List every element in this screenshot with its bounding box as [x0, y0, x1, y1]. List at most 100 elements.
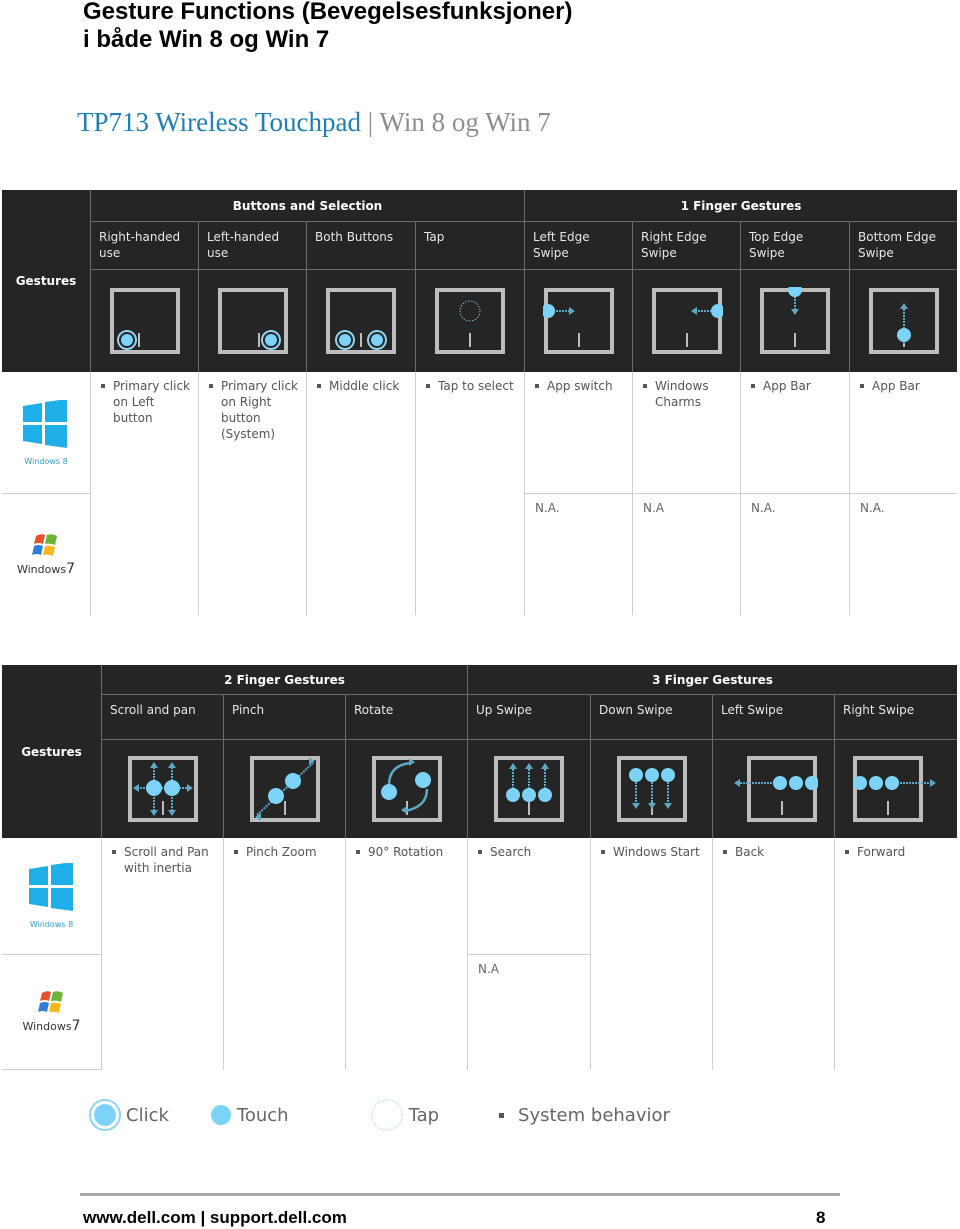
not-available-text: N.A. — [535, 501, 560, 515]
windows-7-number: 7 — [71, 1018, 81, 1034]
win7-behavior-cell: N.A. — [524, 494, 632, 615]
column-header: Tap — [415, 222, 524, 270]
subtitle-product: TP713 Wireless Touchpad — [77, 107, 361, 137]
windows-7-logo: Windows7 — [22, 990, 81, 1034]
legend: Click Touch Tap System behavior — [88, 1098, 710, 1132]
win8-behavior-cell: Forward — [834, 838, 957, 1070]
top-edge-swipe-icon — [759, 287, 831, 355]
right-handed-click-icon — [109, 287, 181, 355]
system-behavior-item: Windows Start — [601, 844, 704, 860]
column-header-label: Right Swipe — [843, 703, 915, 717]
left-handed-click-icon — [217, 287, 289, 355]
bottom-edge-swipe-icon — [868, 287, 940, 355]
not-available-text: N.A. — [860, 501, 885, 515]
windows-8-icon — [28, 862, 73, 911]
os-windows-7: Windows7 — [2, 955, 101, 1070]
bullet-icon — [317, 384, 321, 388]
win8-behavior-cell: Middle click — [306, 372, 415, 615]
bullet-icon — [356, 850, 360, 854]
windows-8-label: Windows 8 — [24, 456, 68, 466]
behavior-text: App Bar — [763, 379, 811, 393]
gesture-illustration — [467, 740, 590, 838]
not-available-text: N.A — [643, 501, 664, 515]
windows-8-label: Windows 8 — [29, 920, 74, 929]
group-label: Buttons and Selection — [232, 198, 383, 213]
windows-7-label: Windows — [16, 562, 67, 576]
gesture-illustration — [223, 740, 345, 838]
bullet-icon — [723, 850, 727, 854]
column-header-label: Top Edge Swipe — [749, 230, 804, 260]
gestures-row-label: Gestures — [2, 190, 90, 372]
behavior-text: Pinch Zoom — [246, 845, 317, 859]
os-windows-7: Windows7 — [2, 494, 90, 615]
group-3-finger: 3 Finger Gestures — [467, 665, 957, 695]
column-header-label: Right-handed use — [99, 230, 181, 260]
windows-8-logo: Windows 8 — [27, 862, 77, 929]
group-buttons-selection: Buttons and Selection — [90, 190, 524, 222]
group-label: 2 Finger Gestures — [224, 672, 345, 687]
title-line-1: Gesture Functions (Bevegelsesfunksjoner) — [83, 0, 573, 25]
windows-7-label: Windows — [22, 1020, 72, 1033]
system-behavior-item: Forward — [845, 844, 949, 860]
gesture-illustration — [524, 270, 632, 372]
not-available-text: N.A — [478, 962, 499, 976]
bullet-icon — [209, 384, 213, 388]
page-title: Gesture Functions (Bevegelsesfunksjoner)… — [83, 0, 572, 54]
legend-tap-label: Tap — [408, 1104, 440, 1126]
win8-behavior-cell: Back — [712, 838, 834, 1070]
column-header: Right Edge Swipe — [632, 222, 740, 270]
gesture-illustration — [101, 740, 223, 838]
behavior-text: App Bar — [872, 379, 920, 393]
system-behavior-item: Middle click — [317, 378, 407, 394]
system-behavior-item: App Bar — [860, 378, 949, 394]
bullet-icon — [499, 1112, 505, 1118]
legend-tap: Tap — [369, 1097, 439, 1133]
win8-behavior-cell: Tap to select — [415, 372, 524, 615]
three-finger-up-icon — [493, 755, 565, 823]
behavior-text: Primary click on Right button (System) — [221, 379, 298, 441]
system-behavior-item: App switch — [535, 378, 624, 394]
both-buttons-click-icon — [325, 287, 397, 355]
three-finger-left-icon — [730, 755, 818, 823]
gesture-illustration — [632, 270, 740, 372]
gesture-illustration — [198, 270, 306, 372]
behavior-text: Windows Charms — [655, 379, 709, 409]
column-header-label: Both Buttons — [315, 230, 394, 244]
footer-divider — [80, 1193, 840, 1196]
gesture-table-2: Gestures 2 Finger Gestures 3 Finger Gest… — [2, 665, 957, 1070]
column-header-label: Down Swipe — [599, 703, 673, 717]
gesture-illustration — [712, 740, 834, 838]
win8-behavior-cell: 90° Rotation — [345, 838, 467, 1070]
win8-behavior-cell: App switch — [524, 372, 632, 494]
column-header-label: Up Swipe — [476, 703, 532, 717]
column-header: Top Edge Swipe — [740, 222, 849, 270]
column-header-label: Bottom Edge Swipe — [858, 230, 937, 260]
not-available-text: N.A. — [751, 501, 776, 515]
tap-icon — [434, 287, 506, 355]
column-header: Pinch — [223, 695, 345, 740]
system-behavior-item: 90° Rotation — [356, 844, 459, 860]
gesture-illustration — [90, 270, 198, 372]
bullet-icon — [643, 384, 647, 388]
win8-behavior-cell: Windows Charms — [632, 372, 740, 494]
windows-7-icon — [32, 533, 57, 556]
group-1-finger: 1 Finger Gestures — [524, 190, 957, 222]
gesture-illustration — [849, 270, 957, 372]
scroll-pan-icon — [127, 755, 199, 823]
three-finger-right-icon — [852, 755, 940, 823]
bullet-icon — [112, 850, 116, 854]
system-behavior-item: Search — [478, 844, 582, 860]
win8-behavior-cell: Search — [467, 838, 590, 955]
behavior-text: Primary click on Left button — [113, 379, 190, 425]
legend-touch: Touch — [209, 1103, 289, 1127]
column-header: Left Swipe — [712, 695, 834, 740]
column-header-label: Left Swipe — [721, 703, 784, 717]
tap-icon — [370, 1099, 403, 1131]
gesture-illustration — [345, 740, 467, 838]
subtitle-separator: | — [361, 107, 380, 137]
gesture-table-1: Gestures Buttons and Selection 1 Finger … — [2, 190, 957, 615]
system-behavior-item: App Bar — [751, 378, 841, 394]
column-header-label: Scroll and pan — [110, 703, 196, 717]
win8-behavior-cell: App Bar — [849, 372, 957, 494]
system-behavior-item: Back — [723, 844, 826, 860]
